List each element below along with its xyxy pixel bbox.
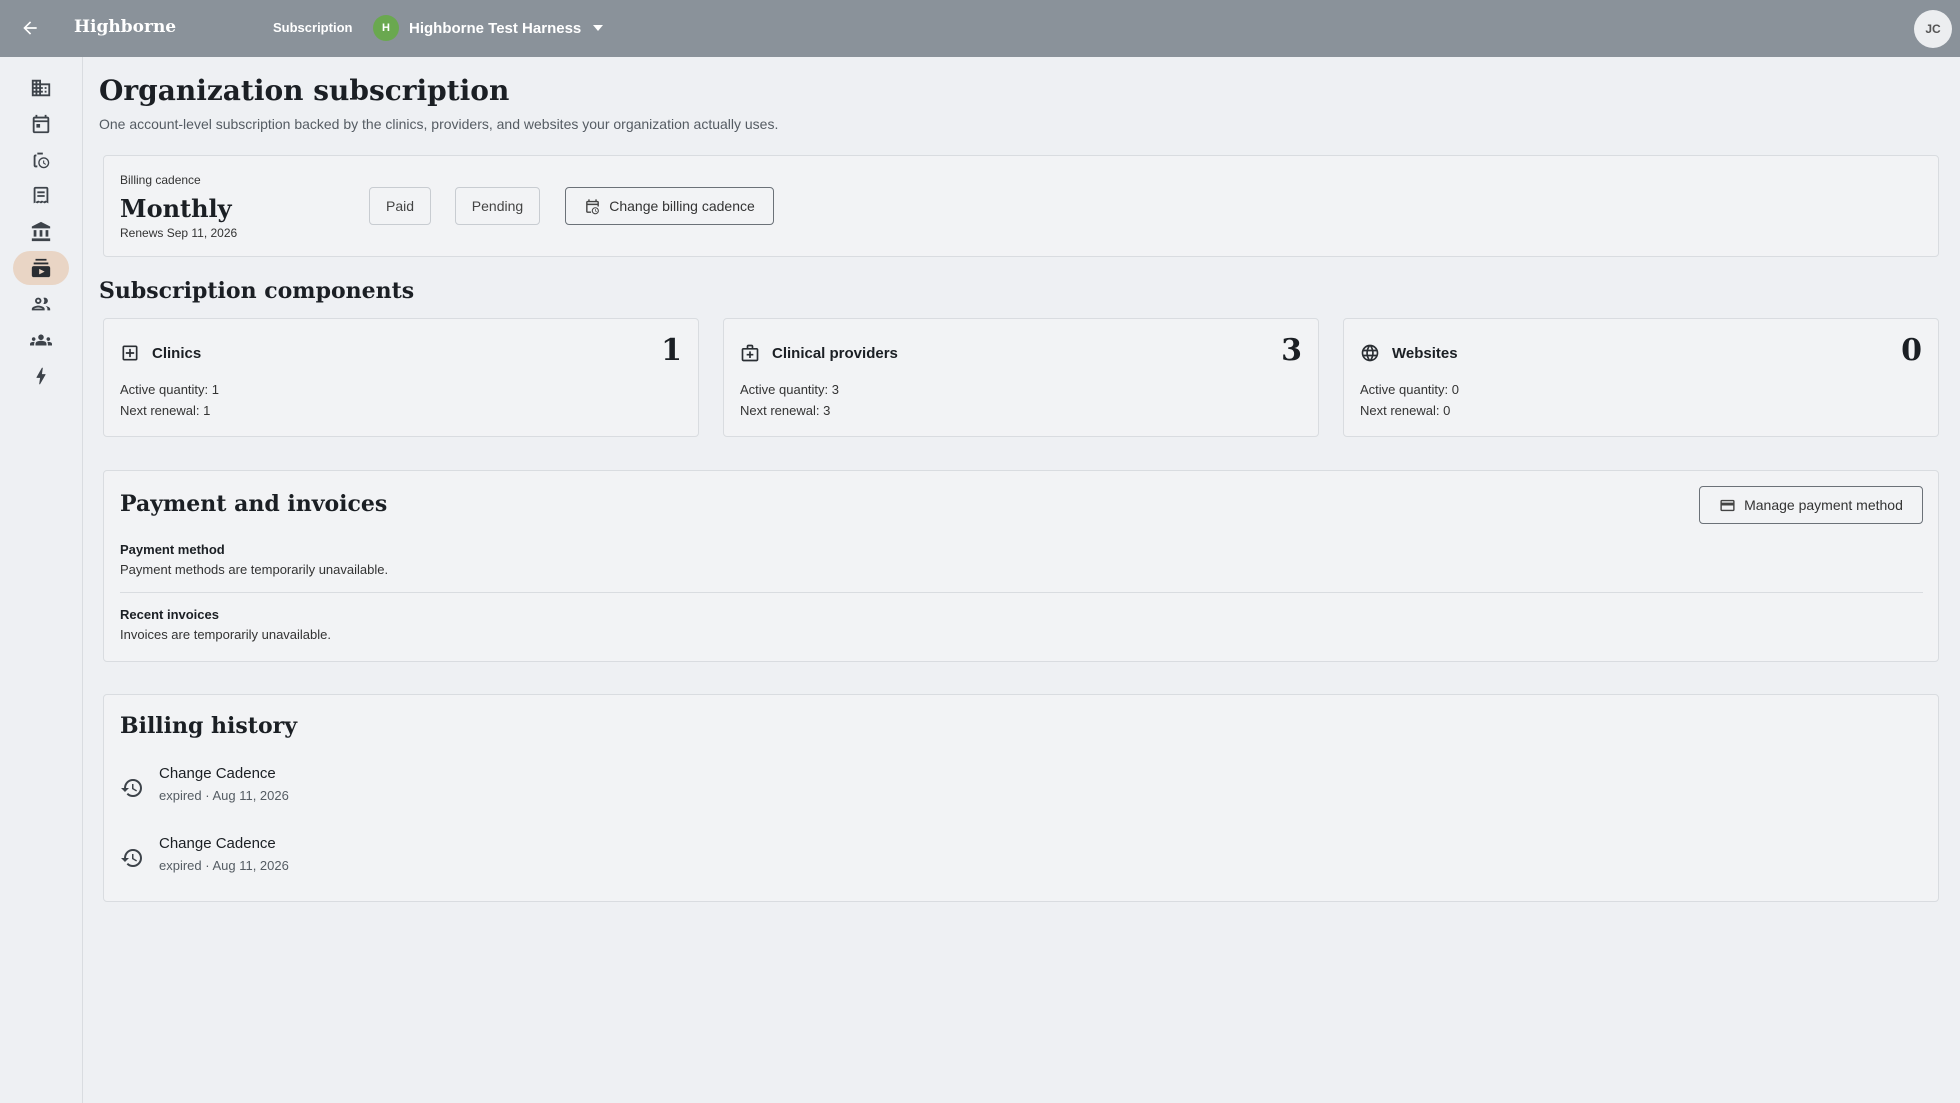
groups-icon <box>30 334 52 346</box>
next-renewal: Next renewal: 0 <box>1360 403 1451 418</box>
manage-payment-method-label: Manage payment method <box>1744 497 1903 513</box>
paid-filter-button[interactable]: Paid <box>369 187 431 225</box>
calendar-icon <box>32 114 50 134</box>
org-name: Highborne Test Harness <box>409 19 582 37</box>
history-item-name: Change Cadence <box>159 835 276 852</box>
history-icon <box>121 779 142 797</box>
sidebar-item-organization[interactable] <box>13 71 69 105</box>
list-item: Change Cadence expired · Aug 11, 2026 <box>120 835 520 885</box>
next-renewal: Next renewal: 3 <box>740 403 831 418</box>
components-title: Subscription components <box>99 278 415 304</box>
org-switcher[interactable]: H Highborne Test Harness <box>373 15 604 41</box>
credit-card-icon <box>1720 499 1735 511</box>
payment-method-text: Payment methods are temporarily unavaila… <box>120 562 389 577</box>
billing-cadence-value: Monthly <box>120 194 232 223</box>
active-quantity: Active quantity: 0 <box>1360 382 1459 397</box>
time-tracking-icon <box>33 152 50 169</box>
billing-history-title: Billing history <box>120 713 298 739</box>
recent-invoices-label: Recent invoices <box>120 607 219 622</box>
sidebar-item-invoices[interactable] <box>13 179 69 213</box>
billing-cadence-label: Billing cadence <box>120 173 201 187</box>
change-billing-cadence-label: Change billing cadence <box>609 198 755 214</box>
sidebar-item-calendar[interactable] <box>13 107 69 141</box>
clinic-plus-icon <box>122 345 138 361</box>
top-bar: Highborne Subscription H Highborne Test … <box>0 0 1960 57</box>
bolt-icon <box>36 367 46 385</box>
back-button[interactable] <box>16 14 44 42</box>
user-avatar[interactable]: JC <box>1914 10 1952 48</box>
people-icon <box>31 297 51 311</box>
recent-invoices-text: Invoices are temporarily unavailable. <box>120 627 331 642</box>
component-card-providers: Clinical providers 3 Active quantity: 3 … <box>723 318 1319 437</box>
active-quantity: Active quantity: 3 <box>740 382 839 397</box>
sidebar <box>0 57 83 1103</box>
payment-invoices-title: Payment and invoices <box>120 491 388 517</box>
history-icon <box>121 849 142 867</box>
change-billing-cadence-button[interactable]: Change billing cadence <box>565 187 774 225</box>
billing-cadence-card: Billing cadence Monthly Renews Sep 11, 2… <box>103 155 1939 257</box>
active-quantity: Active quantity: 1 <box>120 382 219 397</box>
component-card-websites: Websites 0 Active quantity: 0 Next renew… <box>1343 318 1939 437</box>
component-name: Clinical providers <box>772 344 898 362</box>
page-subtitle: One account-level subscription backed by… <box>99 116 779 132</box>
component-count: 0 <box>1901 333 1922 368</box>
brand-name[interactable]: Highborne <box>74 17 176 37</box>
calendar-clock-icon <box>586 198 600 214</box>
page-title: Organization subscription <box>99 74 510 107</box>
manage-payment-method-button[interactable]: Manage payment method <box>1699 486 1923 524</box>
payment-method-label: Payment method <box>120 542 225 557</box>
arrow-left-icon <box>23 21 37 35</box>
component-count: 3 <box>1281 333 1302 368</box>
building-icon <box>31 79 51 97</box>
list-item: Change Cadence expired · Aug 11, 2026 <box>120 765 520 815</box>
bank-icon <box>31 221 51 242</box>
sidebar-item-people[interactable] <box>13 287 69 321</box>
component-name: Websites <box>1392 344 1458 362</box>
sidebar-item-bank[interactable] <box>13 215 69 249</box>
globe-icon <box>1361 344 1379 362</box>
history-item-meta: expired · Aug 11, 2026 <box>159 858 289 873</box>
sidebar-item-time[interactable] <box>13 143 69 177</box>
divider <box>120 592 1923 593</box>
sidebar-item-subscription[interactable] <box>13 251 69 285</box>
payment-invoices-card: Payment and invoices Manage payment meth… <box>103 470 1939 662</box>
org-avatar: H <box>373 15 399 41</box>
chevron-down-icon <box>593 25 604 31</box>
receipt-icon <box>33 186 49 204</box>
history-item-name: Change Cadence <box>159 765 276 782</box>
sidebar-item-teams[interactable] <box>13 323 69 357</box>
billing-history-card: Billing history Change Cadence expired ·… <box>103 694 1939 902</box>
subscription-icon <box>31 258 51 278</box>
current-section[interactable]: Subscription <box>273 20 352 35</box>
sidebar-item-automations[interactable] <box>13 359 69 393</box>
pending-filter-button[interactable]: Pending <box>455 187 540 225</box>
component-name: Clinics <box>152 344 202 362</box>
component-count: 1 <box>661 333 682 368</box>
history-item-meta: expired · Aug 11, 2026 <box>159 788 289 803</box>
next-renewal: Next renewal: 1 <box>120 403 211 418</box>
component-card-clinics: Clinics 1 Active quantity: 1 Next renewa… <box>103 318 699 437</box>
renewal-date: Renews Sep 11, 2026 <box>120 226 238 240</box>
medical-bag-icon <box>741 344 759 362</box>
